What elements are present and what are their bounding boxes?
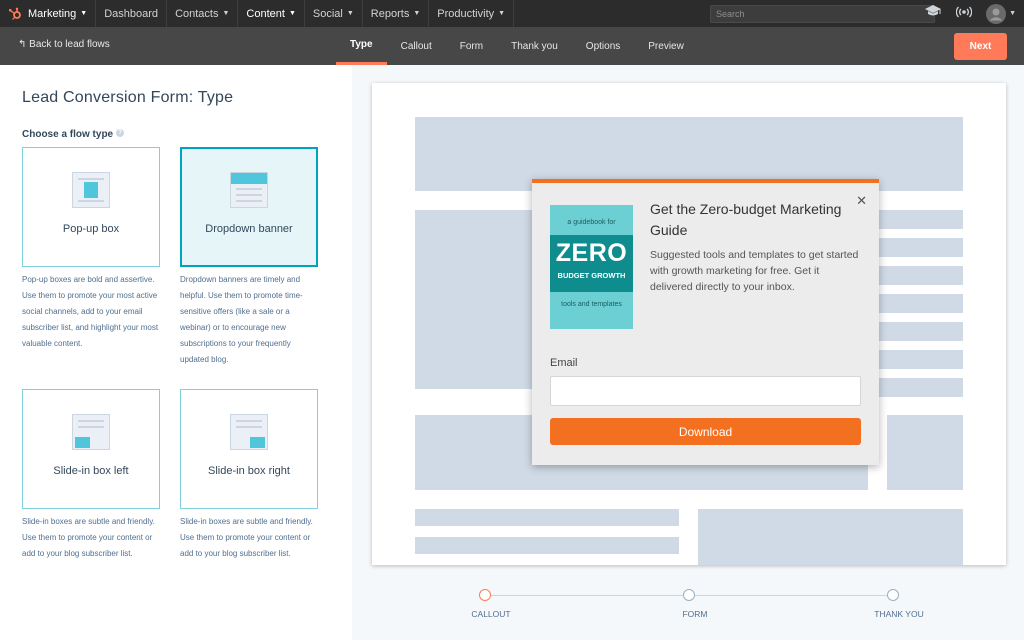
card-description: Dropdown banners are timely and helpful.… — [180, 275, 303, 364]
card-description: Slide-in boxes are subtle and friendly. … — [180, 517, 313, 558]
placeholder-block — [698, 509, 963, 565]
step-tabs: Type Callout Form Thank you Options Prev… — [336, 27, 698, 65]
choose-flow-text: Choose a flow type — [22, 129, 114, 140]
placeholder-block — [415, 537, 679, 554]
nav-productivity[interactable]: Productivity ▼ — [428, 0, 515, 27]
tab-type[interactable]: Type — [336, 27, 387, 65]
step-label: CALLOUT — [471, 609, 511, 619]
chevron-down-icon: ▼ — [413, 10, 421, 17]
nav-content[interactable]: Content ▼ — [237, 0, 303, 27]
search-input[interactable]: Search — [710, 5, 935, 23]
card-label: Slide-in box right — [208, 465, 290, 477]
placeholder-block — [887, 415, 963, 490]
flow-type-popup-box[interactable]: Pop-up box — [22, 147, 160, 267]
step-label: THANK YOU — [874, 609, 924, 619]
book-top-text: a guidebook for — [567, 219, 616, 226]
step-callout-dot[interactable] — [479, 589, 491, 601]
lead-flow-toolbar: ↰ Back to lead flows Type Callout Form T… — [0, 27, 1024, 65]
ebook-cover-image: a guidebook for ZERO BUDGET GROWTH tools… — [550, 205, 633, 329]
dropdown-banner-thumbnail-icon — [230, 172, 268, 208]
step-thank-you-dot[interactable] — [887, 589, 899, 601]
book-band: ZERO BUDGET GROWTH — [550, 235, 633, 292]
book-subtitle-text: BUDGET GROWTH — [557, 271, 626, 280]
tab-form[interactable]: Form — [446, 27, 497, 65]
tab-options[interactable]: Options — [572, 27, 634, 65]
card-label: Slide-in box left — [53, 465, 129, 477]
help-icon[interactable]: ? — [116, 129, 125, 137]
chevron-down-icon: ▼ — [346, 10, 354, 17]
nav-social[interactable]: Social ▼ — [303, 0, 362, 27]
top-navigation: Marketing ▼ Dashboard Contacts ▼ Content ▼… — [0, 0, 1024, 27]
next-button[interactable]: Next — [954, 33, 1007, 60]
academy-icon[interactable] — [924, 4, 942, 23]
chevron-down-icon: ▼ — [80, 10, 88, 17]
nav-label: Social — [312, 7, 343, 20]
step-form-dot[interactable] — [683, 589, 695, 601]
popup-callout: ✕ a guidebook for ZERO BUDGET GROWTH too… — [532, 179, 879, 465]
back-to-lead-flows-link[interactable]: ↰ Back to lead flows — [18, 39, 110, 50]
card-label: Dropdown banner — [205, 223, 293, 235]
flow-stepper: CALLOUT FORM THANK YOU — [471, 589, 924, 625]
email-label: Email — [550, 357, 578, 369]
back-arrow-icon: ↰ — [18, 39, 27, 50]
chevron-down-icon: ▼ — [222, 10, 230, 17]
flow-type-slide-in-left[interactable]: Slide-in box left — [22, 389, 160, 509]
email-field[interactable] — [550, 376, 861, 406]
slide-in-left-thumbnail-icon — [72, 414, 110, 450]
step-label: FORM — [682, 609, 708, 619]
brand-menu[interactable]: Marketing ▼ — [0, 0, 95, 27]
book-title-text: ZERO — [555, 239, 628, 267]
flow-type-panel: Lead Conversion Form: Type Choose a flow… — [0, 65, 352, 640]
nav-label: Productivity — [437, 7, 495, 20]
popup-heading: Get the Zero-budget Marketing Guide — [650, 201, 842, 238]
page-preview: ✕ a guidebook for ZERO BUDGET GROWTH too… — [372, 83, 1006, 565]
tab-preview[interactable]: Preview — [634, 27, 698, 65]
popup-box-thumbnail-icon — [72, 172, 110, 208]
chevron-down-icon: ▼ — [1009, 10, 1016, 17]
nav-right-icons: ▼ — [924, 0, 1016, 27]
slide-in-right-thumbnail-icon — [230, 414, 268, 450]
page-title: Lead Conversion Form: Type — [22, 89, 234, 106]
hubspot-logo-icon — [8, 7, 22, 21]
user-avatar[interactable]: ▼ — [986, 3, 1016, 24]
placeholder-block — [415, 509, 679, 526]
tab-callout[interactable]: Callout — [387, 27, 446, 65]
notifications-icon[interactable] — [955, 5, 973, 23]
back-link-label: Back to lead flows — [29, 39, 110, 50]
chevron-down-icon: ▼ — [498, 10, 506, 17]
tab-thank-you[interactable]: Thank you — [497, 27, 572, 65]
nav-label: Content — [246, 7, 285, 20]
nav-reports[interactable]: Reports ▼ — [361, 0, 428, 27]
nav-label: Contacts — [175, 7, 219, 20]
card-description: Pop-up boxes are bold and assertive. Use… — [22, 275, 159, 348]
chevron-down-icon: ▼ — [288, 10, 296, 17]
nav-label: Reports — [370, 7, 410, 20]
flow-type-dropdown-banner[interactable]: Dropdown banner — [180, 147, 318, 267]
popup-body: Suggested tools and templates to get sta… — [650, 249, 859, 293]
card-label: Pop-up box — [62, 223, 120, 235]
download-button[interactable]: Download — [550, 418, 861, 445]
flow-type-slide-in-right[interactable]: Slide-in box right — [180, 389, 318, 509]
preview-panel: ✕ a guidebook for ZERO BUDGET GROWTH too… — [352, 65, 1024, 640]
choose-flow-label: Choose a flow type? — [22, 129, 125, 140]
nav-label: Dashboard — [104, 7, 159, 20]
nav-dashboard[interactable]: Dashboard — [95, 0, 166, 27]
card-description: Slide-in boxes are subtle and friendly. … — [22, 517, 155, 558]
book-bottom-text: tools and templates — [561, 301, 622, 308]
nav-contacts[interactable]: Contacts ▼ — [166, 0, 237, 27]
brand-label: Marketing — [28, 7, 77, 20]
